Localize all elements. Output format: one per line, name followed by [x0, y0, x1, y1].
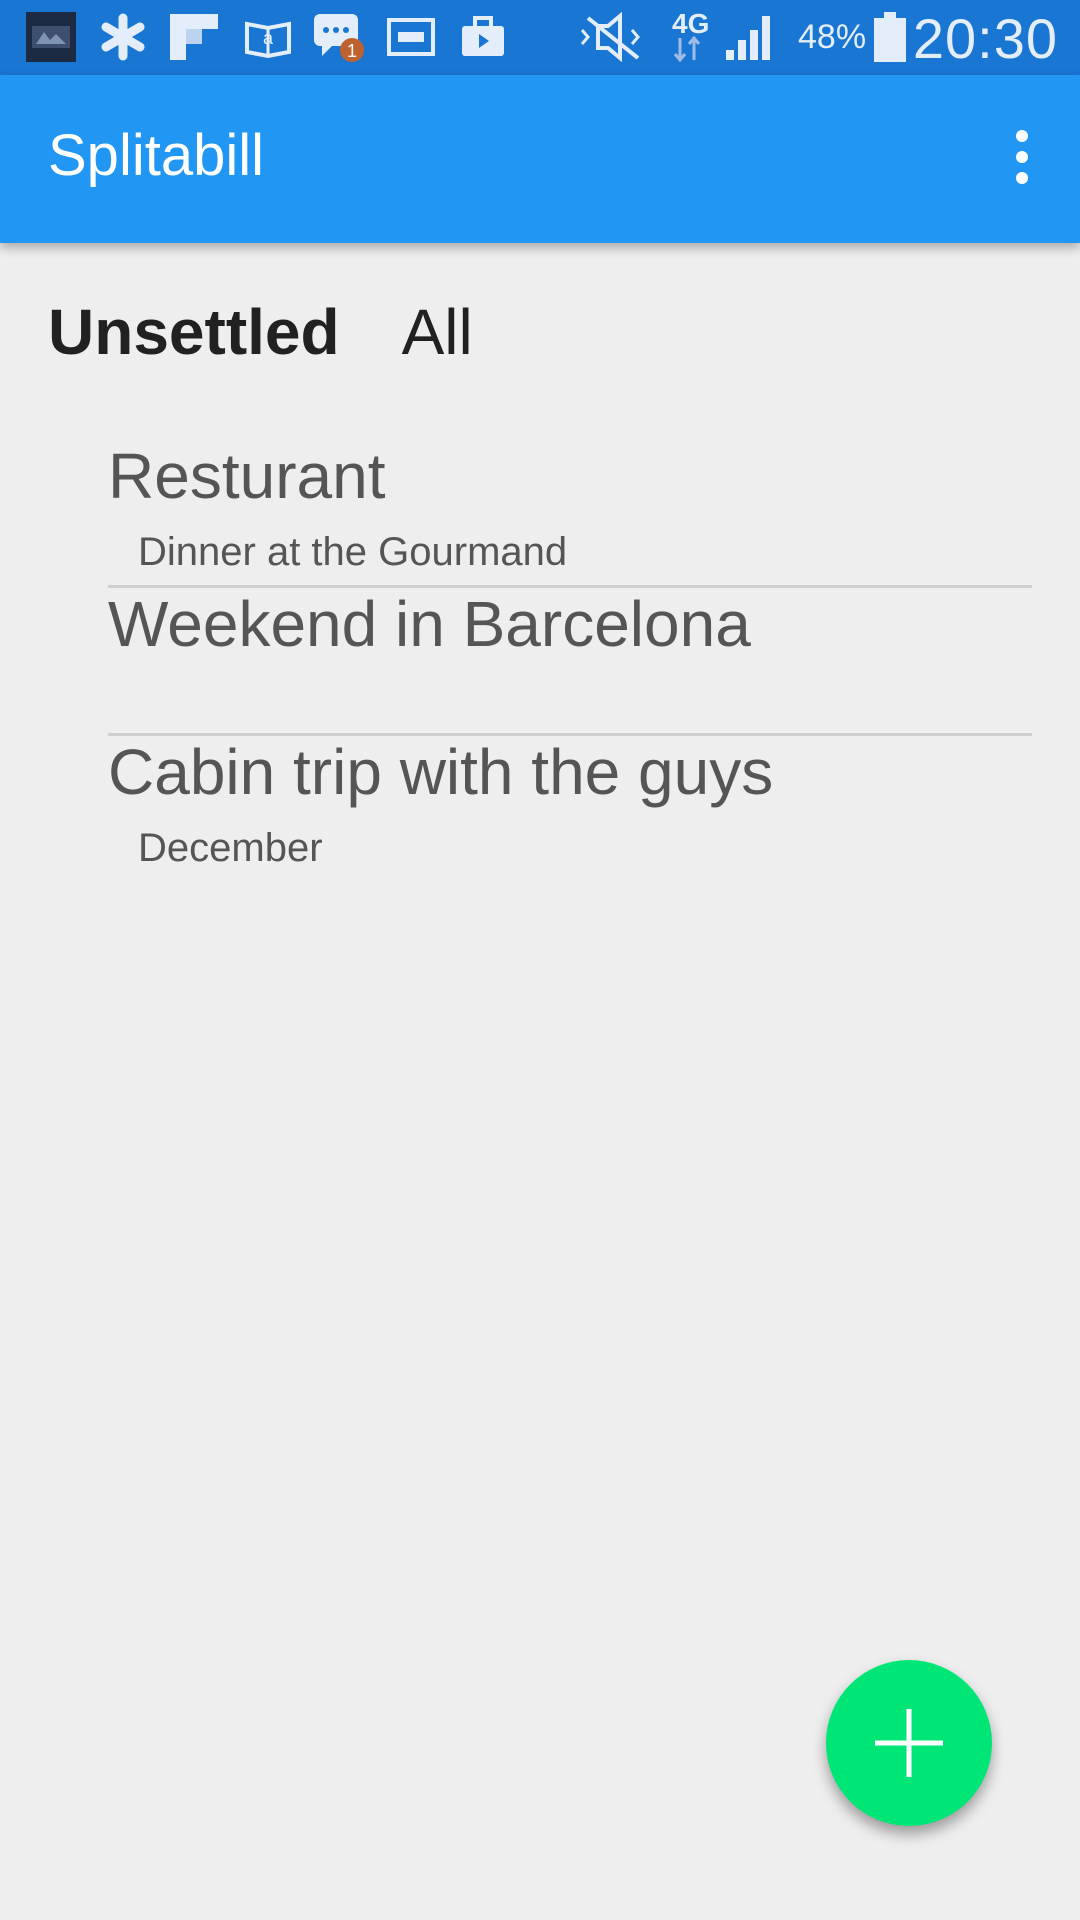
amazon-kindle-icon: a [243, 10, 293, 64]
notification-badge: 1 [347, 41, 357, 61]
list-item[interactable]: Resturant Dinner at the Gourmand [108, 440, 1032, 588]
clock: 20:30 [912, 7, 1058, 70]
add-bill-button[interactable] [826, 1660, 992, 1826]
mute-icon [578, 10, 650, 64]
briefcase-icon [458, 10, 508, 64]
tab-all[interactable]: All [402, 300, 473, 364]
status-bar: a 1 4G 48% 20:30 [0, 0, 1080, 75]
tab-unsettled[interactable]: Unsettled [48, 300, 340, 364]
list-item[interactable]: Cabin trip with the guys December [108, 736, 1032, 884]
bill-list: Resturant Dinner at the Gourmand Weekend… [108, 440, 1032, 884]
signal-icon [724, 10, 776, 64]
app-thumbnail-icon [26, 10, 76, 64]
asterisk-icon [98, 10, 148, 64]
battery-icon [874, 10, 906, 64]
messaging-icon: 1 [312, 10, 366, 64]
item-subtitle: Dinner at the Gourmand [138, 530, 568, 574]
item-title: Resturant [108, 440, 386, 512]
flipboard-icon [170, 10, 220, 64]
item-title: Weekend in Barcelona [108, 588, 751, 660]
ticket-icon [386, 10, 436, 64]
data-arrows-icon [672, 36, 702, 62]
app-title: Splitabill [48, 123, 264, 188]
more-vert-icon[interactable] [994, 121, 1050, 193]
list-item[interactable]: Weekend in Barcelona [108, 588, 1032, 736]
svg-text:a: a [263, 28, 274, 48]
app-bar: Splitabill [0, 75, 1080, 243]
plus-icon [875, 1709, 943, 1777]
filter-tabs: Unsettled All [48, 300, 473, 364]
battery-percent: 48% [798, 18, 867, 56]
item-title: Cabin trip with the guys [108, 736, 774, 808]
item-subtitle: December [138, 826, 323, 870]
